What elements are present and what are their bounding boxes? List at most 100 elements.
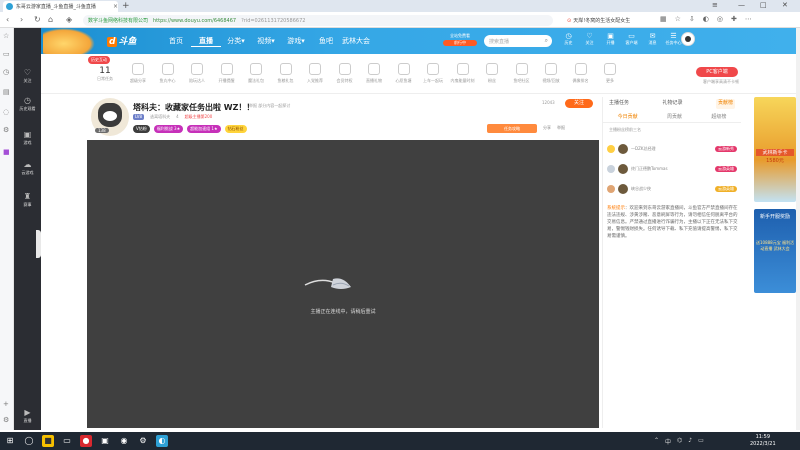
sidebar-item-games[interactable]: ▣ 游戏 [14, 130, 41, 146]
doc-icon[interactable]: ▤ [3, 88, 10, 96]
site-search-input[interactable]: 搜索直播 ⌕ [484, 35, 552, 47]
header-broadcast-button[interactable]: ▣ 开播 [602, 32, 619, 46]
task-count[interactable]: 11 日常任务 [94, 66, 116, 82]
sidebar-item-esports[interactable]: ♜ 赛事 [14, 192, 41, 208]
room-category[interactable]: 逃离塔科夫 [150, 114, 170, 120]
download-icon[interactable]: ⇩ [689, 15, 695, 23]
search-taskbar-icon[interactable]: ◯ [23, 435, 35, 447]
sidebar-item-live[interactable]: ▶ 直播 [14, 408, 41, 424]
activity-item[interactable]: 上车一起玩 [419, 63, 447, 84]
rank-row[interactable]: 终门正德鹏Tommas 云游英雄 [607, 161, 737, 176]
browser-app-icon[interactable]: ◐ [156, 435, 168, 447]
header-client-button[interactable]: ▭ 客户端 [623, 32, 640, 46]
refresh-icon[interactable]: ↻ [34, 15, 41, 24]
room-report-text[interactable]: 举报 部分内容一起探讨 [249, 103, 290, 109]
user-icon[interactable]: ◎ [717, 15, 723, 23]
sidebar-collapse-handle[interactable] [36, 230, 41, 258]
header-follow-button[interactable]: ♡ 关注 [581, 32, 598, 46]
pc-client-button[interactable]: PC客户端 [696, 67, 738, 77]
network-icon[interactable]: ⌬ [677, 437, 682, 446]
video-player[interactable]: 主播正在连线中，请稍后重试 [87, 140, 599, 428]
video-icon[interactable]: ▭ [3, 50, 10, 58]
volume-icon[interactable]: ♪ [688, 437, 692, 446]
task-guide-button[interactable]: 任务攻略 [487, 124, 537, 133]
terminal-app-icon[interactable]: ▣ [99, 435, 111, 447]
report-button[interactable]: 举报 [557, 125, 565, 131]
more-icon[interactable]: ⋯ [745, 15, 752, 23]
settings-app-icon[interactable]: ⚙ [137, 435, 149, 447]
star-icon[interactable]: ☆ [3, 32, 9, 40]
extension-icon[interactable]: ◈ [66, 15, 72, 24]
activity-item[interactable]: 偶像排名 [567, 63, 595, 84]
tray-up-icon[interactable]: ⌃ [654, 437, 659, 446]
forward-icon[interactable]: › [20, 15, 23, 24]
room-rank[interactable]: 超级主播第200 [185, 114, 213, 120]
nav-wulin[interactable]: 武林大会 [341, 36, 371, 47]
store-app-icon[interactable]: ◉ [118, 435, 130, 447]
subtab-super[interactable]: 超级榜 [711, 113, 726, 120]
sidebar-item-history[interactable]: ◷ 历史观看 [14, 96, 41, 112]
grid-icon[interactable]: ▦ [660, 15, 667, 23]
gear-icon[interactable]: ⚙ [3, 126, 9, 134]
activity-item[interactable]: 鱼粮礼包 [272, 63, 300, 84]
browser-tab[interactable]: 东哥云游家直播_斗鱼直播_斗鱼直播 × [3, 1, 118, 12]
maximize-icon[interactable]: □ [760, 1, 767, 9]
activity-item[interactable]: 会员特权 [331, 63, 359, 84]
activity-item[interactable]: 视频/回放 [537, 63, 565, 84]
activity-item[interactable]: 陪玩达人 [183, 63, 211, 84]
activity-item[interactable]: 直播礼物 [360, 63, 388, 84]
add-icon[interactable]: + [3, 400, 9, 408]
tab-streamer-task[interactable]: 主播任务 [609, 99, 629, 109]
shield-icon[interactable]: ◐ [703, 15, 709, 23]
settings-icon[interactable]: ⚙ [3, 416, 9, 424]
badge-challenge[interactable]: 福利挑战 3★ [153, 125, 184, 133]
activity-item[interactable]: 入党推荐 [301, 63, 329, 84]
nav-live[interactable]: 直播 [191, 36, 221, 47]
activity-item[interactable]: 心愿鱼塘 [390, 63, 418, 84]
subtab-week[interactable]: 周贡献 [667, 113, 682, 120]
tab-close-icon[interactable]: × [113, 3, 118, 10]
ime-indicator[interactable]: 中 [665, 437, 671, 446]
subtab-today[interactable]: 今日贡献 [618, 113, 638, 120]
taskbar-clock[interactable]: 11:59 2022/3/21 [750, 434, 776, 448]
page-scrollbar[interactable] [796, 28, 800, 430]
badge-boost[interactable]: 超能加速组 1★ [187, 125, 221, 133]
activity-item[interactable]: 内鬼能量时刻 [449, 63, 477, 84]
search-icon[interactable]: ⌕ [545, 37, 548, 45]
activity-item[interactable]: 粉丝 [478, 63, 506, 84]
tab-gift-record[interactable]: 礼物记录 [662, 99, 682, 109]
rank-row[interactable]: 一DZK总经理 云游新秀 [607, 141, 737, 156]
promo-button[interactable]: 前行中 [443, 40, 477, 46]
activity-item[interactable]: 鱼吧社区 [508, 63, 536, 84]
home-icon[interactable]: ⌂ [48, 15, 53, 24]
activity-item[interactable]: 鱼丸中心 [154, 63, 182, 84]
share-button[interactable]: 分享 [543, 125, 551, 131]
badge-diamond[interactable]: 钻石粉丝 [224, 125, 247, 133]
activity-item[interactable]: 开播提醒 [213, 63, 241, 84]
media-app-icon[interactable]: ● [80, 435, 92, 447]
activity-item[interactable]: 魔法礼包 [242, 63, 270, 84]
site-logo[interactable]: d 斗鱼 [107, 34, 136, 47]
header-message-button[interactable]: ✉ 消息 [644, 32, 661, 46]
side-ad[interactable]: 武林新手卡 1580元 新手开服奖励 送10888元宝 福利活动直播 武林大会 [754, 97, 796, 297]
ad-banner-bottom[interactable]: 新手开服奖励 送10888元宝 福利活动直播 武林大会 [754, 209, 796, 293]
nav-video[interactable]: 视频▾ [251, 36, 281, 47]
nav-home[interactable]: 首页 [161, 36, 191, 47]
puzzle-icon[interactable]: ✚ [731, 15, 737, 23]
back-icon[interactable]: ‹ [6, 15, 9, 24]
follow-button[interactable]: 关注 [565, 99, 593, 108]
url-input[interactable]: 数字斗鱼网络科技有限公司 https://www.douyu.com/64684… [83, 15, 553, 26]
rank-row[interactable]: 峡谷战少侠 云游英雄 [607, 181, 737, 196]
chat-icon[interactable]: ◌ [3, 108, 9, 116]
app-icon[interactable]: ■ [3, 148, 10, 156]
ad-banner-top[interactable]: 武林新手卡 1580元 [754, 97, 796, 202]
header-promo[interactable]: 全站免费看 前行中 [443, 33, 477, 49]
activity-item[interactable]: 超级分享 [124, 63, 152, 84]
minimize-icon[interactable]: — [738, 1, 745, 9]
header-task-button[interactable]: ☰ 任务中心 [665, 32, 682, 46]
new-tab-button[interactable]: + [122, 1, 130, 11]
activity-item[interactable]: 更多 [596, 63, 624, 84]
sidebar-item-follow[interactable]: ♡ 关注 [14, 68, 41, 84]
start-menu-icon[interactable]: ⊞ [4, 435, 16, 447]
header-history-button[interactable]: ◷ 历史 [560, 32, 577, 46]
